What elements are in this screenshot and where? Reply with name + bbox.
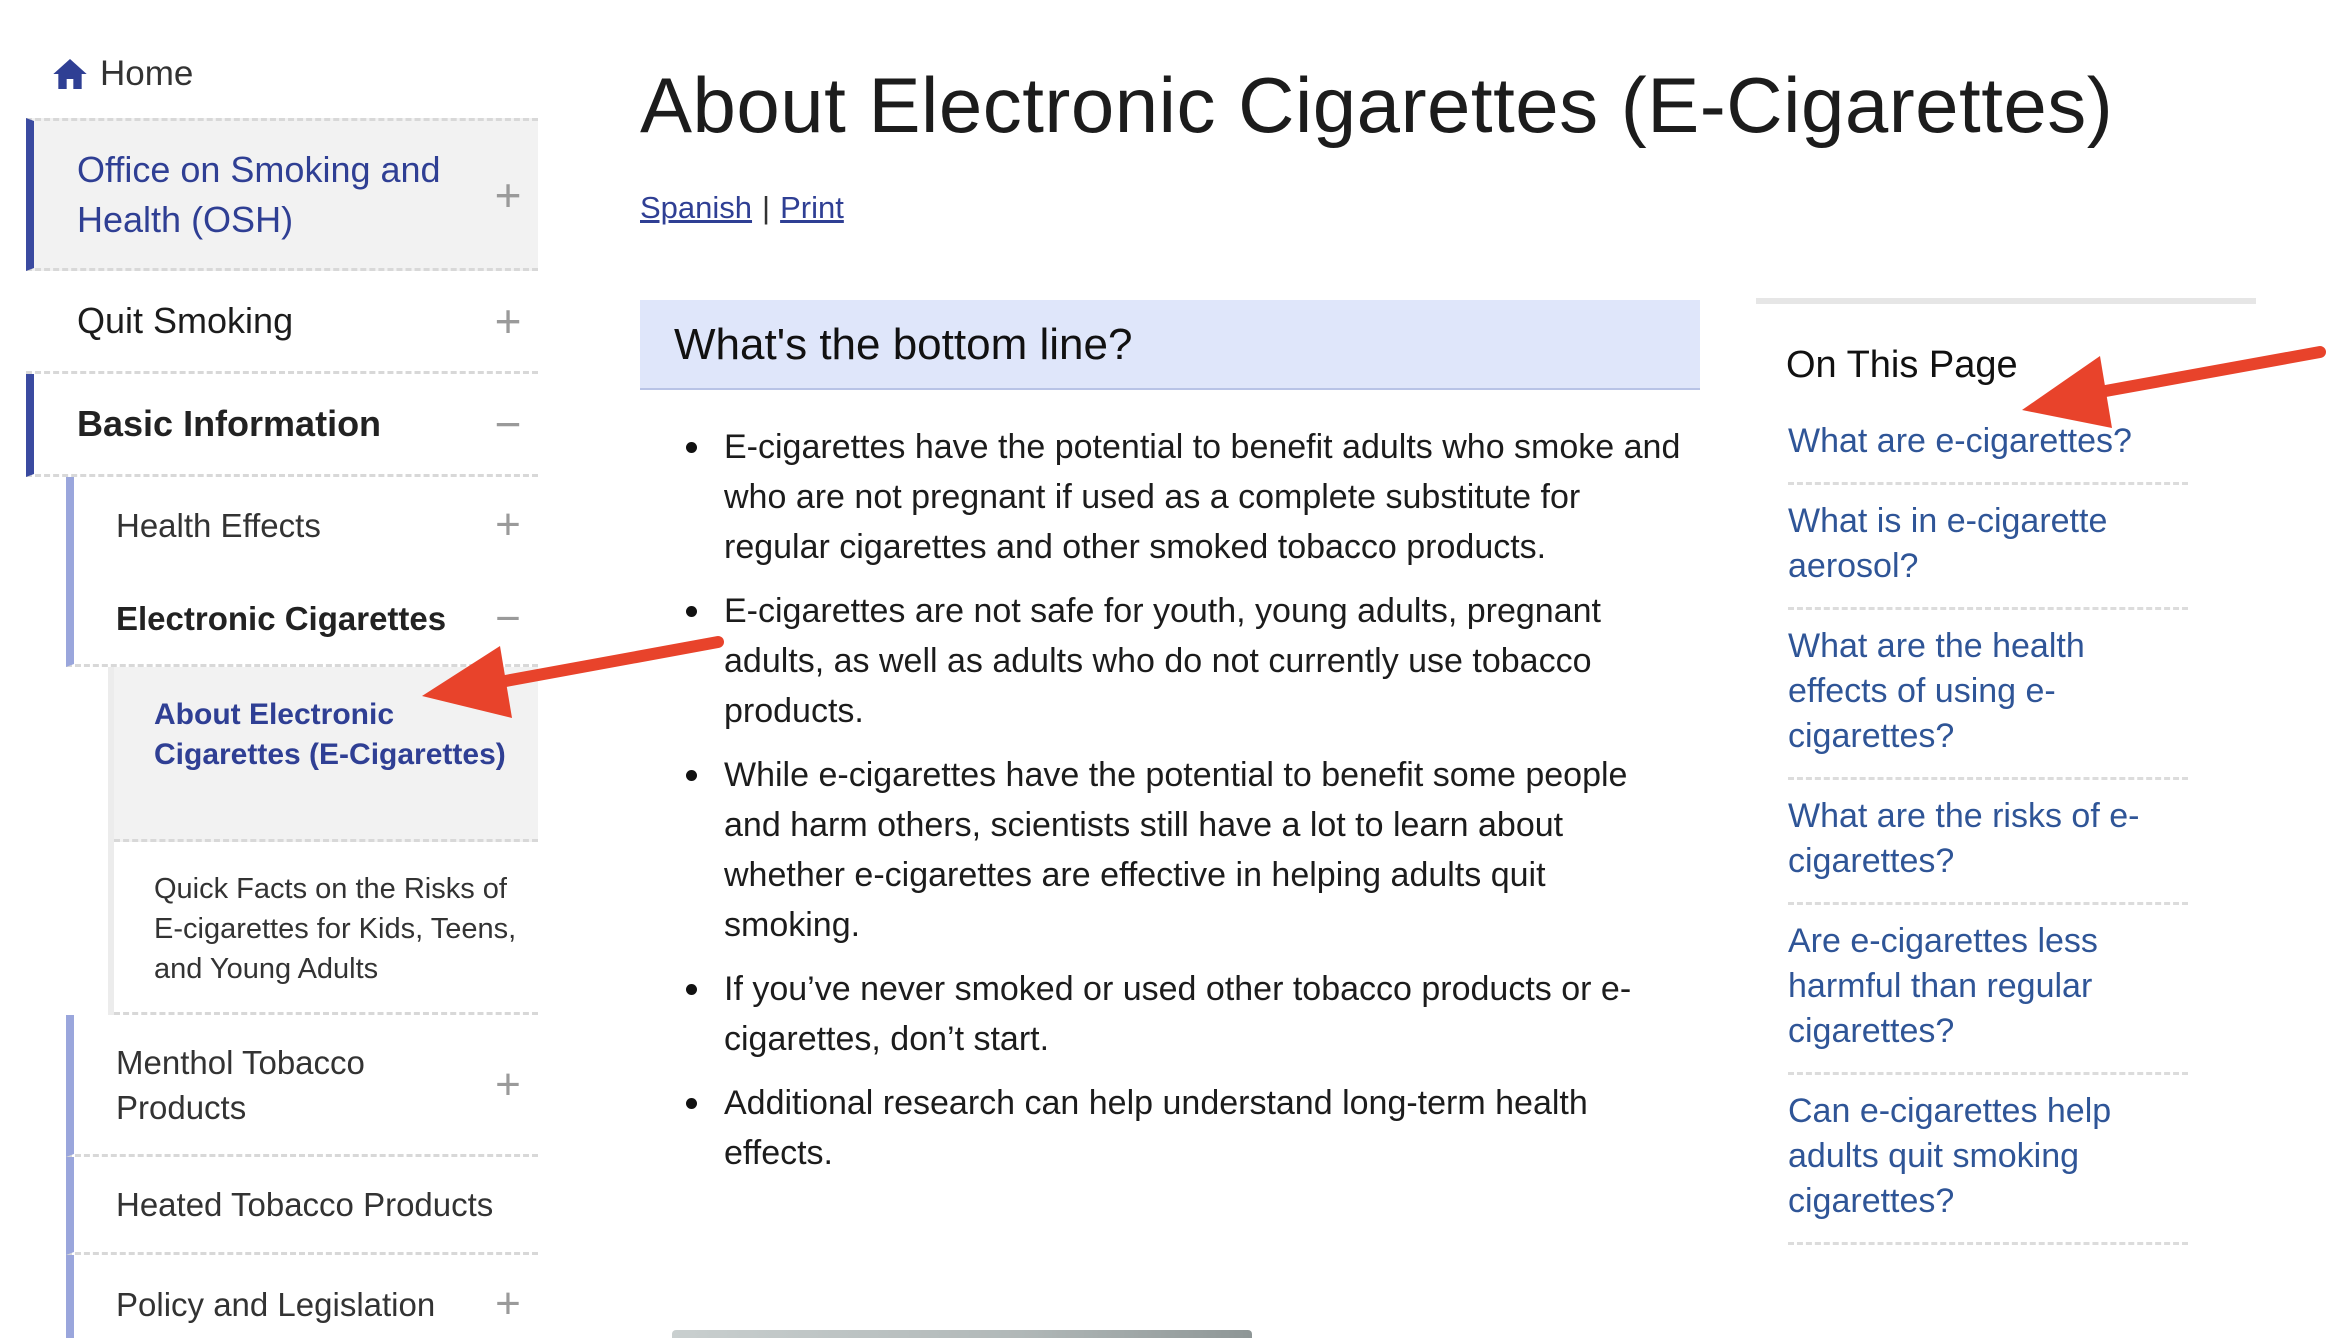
list-item: E-cigarettes have the potential to benef… xyxy=(680,422,1690,572)
list-item: While e-cigarettes have the potential to… xyxy=(680,750,1690,950)
on-this-page-heading: On This Page xyxy=(1786,344,2018,386)
list-item: If you’ve never smoked or used other tob… xyxy=(680,964,1690,1064)
anchor-link[interactable]: What is in e-cigarette aerosol? xyxy=(1788,485,2188,610)
sidebar-item-label: Policy and Legislation xyxy=(116,1285,436,1323)
on-this-page-list: What are e-cigarettes? What is in e-ciga… xyxy=(1788,405,2188,1245)
plus-icon[interactable]: + xyxy=(478,168,538,222)
sidebar-item-label: Menthol Tobacco Products xyxy=(116,1043,365,1126)
plus-icon[interactable]: + xyxy=(478,1060,538,1110)
sidebar-subsection: About Electronic Cigarettes (E-Cigarette… xyxy=(108,667,538,1015)
sidebar-item-label: Health Effects xyxy=(116,506,321,544)
sidebar-item-heated-tobacco[interactable]: Heated Tobacco Products xyxy=(66,1157,538,1255)
bottom-line-list: E-cigarettes have the potential to benef… xyxy=(680,422,1690,1192)
anchor-link[interactable]: Can e-cigarettes help adults quit smokin… xyxy=(1788,1075,2188,1245)
sidebar-item-basic-information[interactable]: Basic Information − xyxy=(26,374,538,477)
print-link[interactable]: Print xyxy=(780,190,844,225)
plus-icon[interactable]: + xyxy=(478,500,538,550)
sidebar-item-label: Heated Tobacco Products xyxy=(116,1186,494,1223)
plus-icon[interactable]: + xyxy=(478,294,538,348)
home-link[interactable]: Home xyxy=(26,30,538,118)
sidebar-item-label: Quit Smoking xyxy=(77,300,294,341)
sidebar-item-about-e-cigarettes[interactable]: About Electronic Cigarettes (E-Cigarette… xyxy=(114,667,538,842)
sidebar-item-label: Office on Smoking and Health (OSH) xyxy=(77,148,441,240)
list-item: Additional research can help understand … xyxy=(680,1078,1690,1178)
home-label: Home xyxy=(100,54,194,93)
spanish-link[interactable]: Spanish xyxy=(640,190,752,225)
link-separator: | xyxy=(762,190,771,225)
sidebar-item-quit-smoking[interactable]: Quit Smoking + xyxy=(26,271,538,374)
content-image xyxy=(672,1330,1252,1338)
page-tools: Spanish | Print xyxy=(640,190,844,226)
bottom-line-heading-box: What's the bottom line? xyxy=(640,300,1700,390)
minus-icon[interactable]: − xyxy=(478,594,538,644)
sidebar-item-policy-legislation[interactable]: Policy and Legislation + xyxy=(66,1255,538,1338)
list-item: E-cigarettes are not safe for youth, you… xyxy=(680,586,1690,736)
sidebar-item-osh[interactable]: Office on Smoking and Health (OSH) + xyxy=(26,118,538,271)
anchor-link[interactable]: Are e-cigarettes less harmful than regul… xyxy=(1788,905,2188,1075)
sidebar-item-label: Basic Information xyxy=(77,403,382,444)
sidebar-item-menthol-tobacco[interactable]: Menthol Tobacco Products + xyxy=(66,1015,538,1157)
anchor-link[interactable]: What are e-cigarettes? xyxy=(1788,405,2188,485)
left-sidebar-nav: Home Office on Smoking and Health (OSH) … xyxy=(26,30,538,1338)
minus-icon[interactable]: − xyxy=(478,397,538,451)
page-title: About Electronic Cigarettes (E-Cigarette… xyxy=(640,61,2114,149)
on-this-page: On This Page What are e-cigarettes? What… xyxy=(1756,298,2256,1245)
sidebar-item-health-effects[interactable]: Health Effects + xyxy=(66,477,538,573)
sidebar-item-quick-facts[interactable]: Quick Facts on the Risks of E-cigarettes… xyxy=(114,842,538,1015)
sidebar-item-label: Electronic Cigarettes xyxy=(116,600,447,637)
home-icon xyxy=(53,59,87,89)
anchor-link[interactable]: What are the health effects of using e-c… xyxy=(1788,610,2188,780)
anchor-link[interactable]: What are the risks of e-cigarettes? xyxy=(1788,780,2188,905)
plus-icon[interactable]: + xyxy=(478,1279,538,1329)
bottom-line-heading: What's the bottom line? xyxy=(674,320,1133,369)
sidebar-item-electronic-cigarettes[interactable]: Electronic Cigarettes − xyxy=(66,573,538,667)
